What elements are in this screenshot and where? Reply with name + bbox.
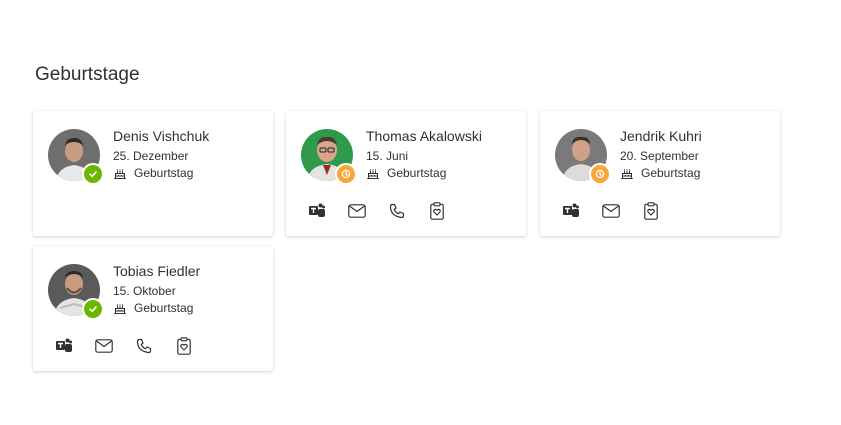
action-bar: [306, 200, 466, 222]
event-type: Geburtstag: [366, 166, 446, 180]
birthday-date: 15. Oktober: [113, 284, 176, 298]
action-bar: [53, 335, 213, 357]
mail-icon: [348, 204, 366, 218]
event-type: Geburtstag: [620, 166, 700, 180]
avatar[interactable]: [48, 129, 104, 185]
mail-button[interactable]: [600, 200, 622, 222]
clipboard-heart-icon: [644, 202, 658, 220]
mail-button[interactable]: [346, 200, 368, 222]
teams-icon: [563, 203, 579, 217]
mail-icon: [602, 204, 620, 218]
phone-icon: [136, 338, 152, 354]
teams-chat-button[interactable]: [53, 335, 75, 357]
person-name[interactable]: Jendrik Kuhri: [620, 128, 702, 144]
mail-button[interactable]: [93, 335, 115, 357]
birthday-card[interactable]: Thomas Akalowski 15. Juni Geburtstag: [286, 111, 526, 236]
teams-icon: [56, 338, 72, 352]
presence-available-icon: [82, 298, 104, 320]
teams-chat-button[interactable]: [306, 200, 328, 222]
event-label: Geburtstag: [134, 301, 194, 315]
person-name[interactable]: Thomas Akalowski: [366, 128, 482, 144]
presence-away-icon: [335, 163, 357, 185]
event-label: Geburtstag: [134, 166, 194, 180]
presence-available-icon: [82, 163, 104, 185]
avatar[interactable]: [48, 264, 104, 320]
action-bar: [560, 200, 680, 222]
birthday-card[interactable]: Denis Vishchuk 25. Dezember Geburtstag: [33, 111, 273, 236]
phone-icon: [389, 203, 405, 219]
event-label: Geburtstag: [387, 166, 447, 180]
birthday-date: 20. September: [620, 149, 699, 163]
cake-icon: [621, 169, 633, 179]
event-type: Geburtstag: [113, 301, 193, 315]
wish-button[interactable]: [640, 200, 662, 222]
section-title: Geburtstage: [35, 64, 140, 85]
birthday-date: 25. Dezember: [113, 149, 189, 163]
cake-icon: [367, 169, 379, 179]
presence-away-icon: [589, 163, 611, 185]
cake-icon: [114, 304, 126, 314]
clipboard-heart-icon: [430, 202, 444, 220]
clipboard-heart-icon: [177, 337, 191, 355]
person-name[interactable]: Tobias Fiedler: [113, 263, 200, 279]
birthday-date: 15. Juni: [366, 149, 409, 163]
call-button[interactable]: [133, 335, 155, 357]
wish-button[interactable]: [173, 335, 195, 357]
teams-icon: [309, 203, 325, 217]
event-label: Geburtstag: [641, 166, 701, 180]
event-type: Geburtstag: [113, 166, 193, 180]
call-button[interactable]: [386, 200, 408, 222]
wish-button[interactable]: [426, 200, 448, 222]
avatar[interactable]: [301, 129, 357, 185]
mail-icon: [95, 339, 113, 353]
teams-chat-button[interactable]: [560, 200, 582, 222]
cake-icon: [114, 169, 126, 179]
birthday-card[interactable]: Tobias Fiedler 15. Oktober Geburtstag: [33, 246, 273, 371]
birthday-card[interactable]: Jendrik Kuhri 20. September Geburtstag: [540, 111, 780, 236]
person-name[interactable]: Denis Vishchuk: [113, 128, 209, 144]
avatar[interactable]: [555, 129, 611, 185]
